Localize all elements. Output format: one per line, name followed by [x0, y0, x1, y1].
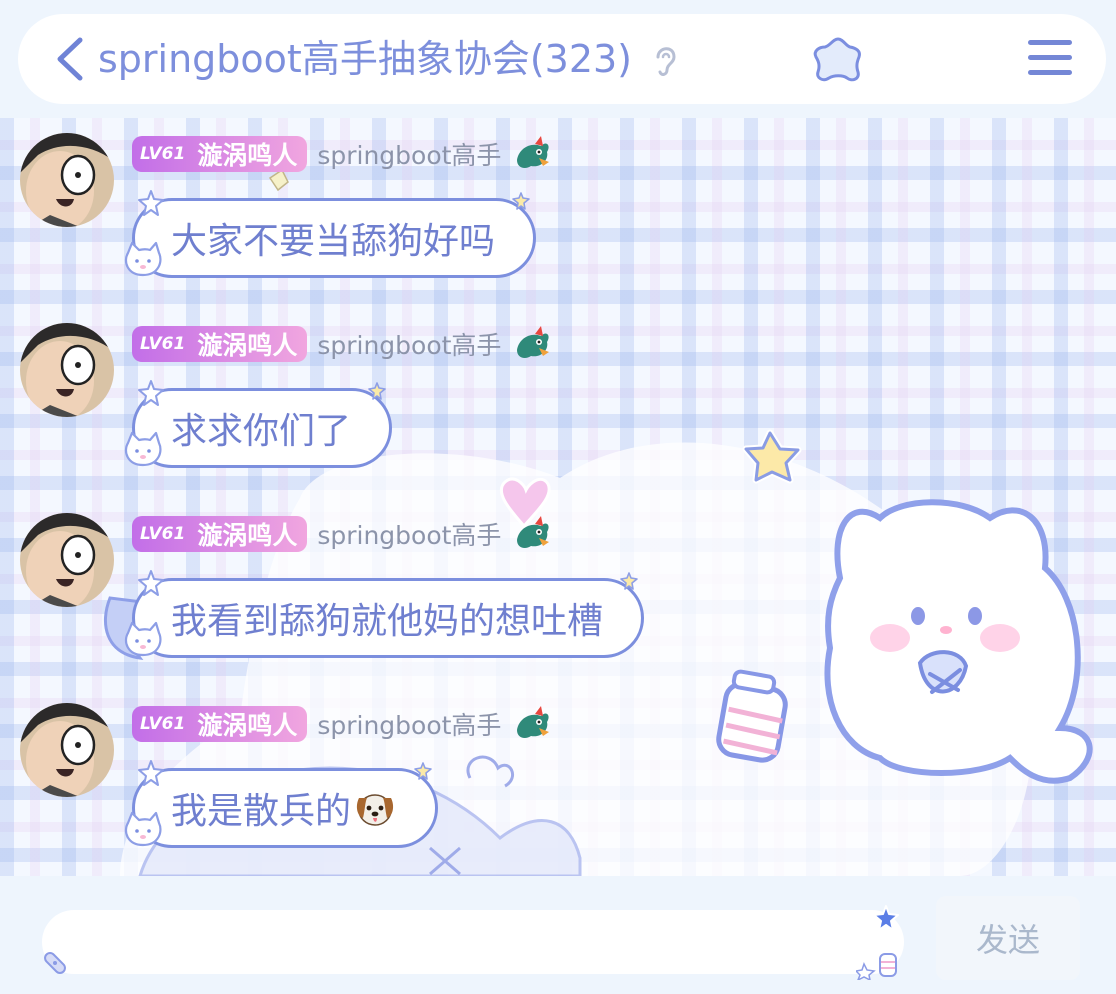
message-bubble[interactable]: 我是散兵的	[124, 760, 439, 848]
blue-star-icon	[873, 905, 899, 931]
dog-face-icon	[356, 794, 394, 826]
member-title-tag: springboot高手	[317, 331, 502, 360]
star-icon	[813, 37, 861, 82]
back-button[interactable]	[50, 36, 90, 82]
message-text: 大家不要当舔狗好吗	[171, 221, 496, 262]
nickname[interactable]: 漩涡鸣人	[197, 516, 297, 552]
star-decoration-icon	[138, 190, 164, 216]
cat-face-icon	[124, 431, 162, 467]
menu-button[interactable]	[1028, 40, 1072, 78]
ear-icon[interactable]	[650, 41, 680, 81]
avatar[interactable]	[20, 133, 114, 227]
level-label: LV61	[140, 714, 186, 734]
message-meta: LV61 漩涡鸣人 springboot高手	[132, 704, 551, 744]
nickname[interactable]: 漩涡鸣人	[197, 136, 297, 172]
message-row: LV61 漩涡鸣人 springboot高手 求求你们了	[20, 308, 920, 468]
nickname[interactable]: 漩涡鸣人	[197, 326, 297, 362]
small-star-icon	[368, 382, 386, 400]
nickname[interactable]: 漩涡鸣人	[197, 706, 297, 742]
dragon-badge-icon	[517, 706, 550, 738]
message-text: 我是散兵的	[171, 791, 352, 832]
small-star-icon	[512, 192, 530, 210]
input-bar: 发送	[0, 876, 1116, 994]
message-row: LV61 漩涡鸣人 springboot高手 大家不要当舔狗好吗	[20, 118, 920, 278]
send-button[interactable]: 发送	[936, 896, 1080, 980]
small-star-icon	[620, 572, 638, 590]
small-star-icon	[414, 762, 432, 780]
message-text: 求求你们了	[171, 411, 352, 452]
message-text: 我看到舔狗就他妈的想吐槽	[171, 601, 604, 642]
level-badge: LV61 漩涡鸣人	[132, 136, 308, 172]
star-decoration-icon	[138, 760, 164, 786]
level-label: LV61	[140, 524, 186, 544]
member-title-tag: springboot高手	[317, 141, 502, 170]
message-list[interactable]: LV61 漩涡鸣人 springboot高手 大家不要当舔狗好吗 LV61 漩涡…	[0, 118, 1116, 876]
message-meta: LV61 漩涡鸣人 springboot高手	[132, 134, 551, 174]
message-meta: LV61 漩涡鸣人 springboot高手	[132, 514, 551, 554]
cat-face-icon	[124, 241, 162, 277]
message-bubble[interactable]: 求求你们了	[124, 380, 393, 468]
member-title-tag: springboot高手	[317, 521, 502, 550]
level-label: LV61	[140, 334, 186, 354]
menu-icon	[1028, 40, 1072, 75]
cat-face-icon	[124, 811, 162, 847]
level-badge: LV61 漩涡鸣人	[132, 516, 308, 552]
star-decoration-icon	[138, 570, 164, 596]
dragon-badge-icon	[517, 136, 550, 168]
message-bubble[interactable]: 大家不要当舔狗好吗	[124, 190, 537, 278]
cat-face-icon	[124, 621, 162, 657]
bottle-icon	[856, 953, 897, 980]
star-button[interactable]	[810, 34, 866, 86]
message-meta: LV61 漩涡鸣人 springboot高手	[132, 324, 551, 364]
level-badge: LV61 漩涡鸣人	[132, 706, 308, 742]
avatar[interactable]	[20, 513, 114, 607]
group-title[interactable]: springboot高手抽象协会(323)	[98, 38, 632, 80]
dragon-badge-icon	[517, 516, 550, 548]
level-label: LV61	[140, 144, 186, 164]
message-row: LV61 漩涡鸣人 springboot高手 我看到舔狗就他妈的想吐槽	[20, 498, 920, 658]
star-decoration-icon	[138, 380, 164, 406]
avatar[interactable]	[20, 703, 114, 797]
avatar[interactable]	[20, 323, 114, 417]
level-badge: LV61 漩涡鸣人	[132, 326, 308, 362]
member-title-tag: springboot高手	[317, 711, 502, 740]
message-bubble[interactable]: 我看到舔狗就他妈的想吐槽	[124, 570, 645, 658]
message-row: LV61 漩涡鸣人 springboot高手 我是散兵的	[20, 688, 920, 848]
dragon-badge-icon	[517, 326, 550, 358]
chevron-left-icon	[57, 37, 83, 81]
message-input[interactable]	[42, 910, 904, 974]
chat-header: springboot高手抽象协会(323)	[18, 14, 1106, 104]
bandage-icon	[44, 952, 66, 974]
